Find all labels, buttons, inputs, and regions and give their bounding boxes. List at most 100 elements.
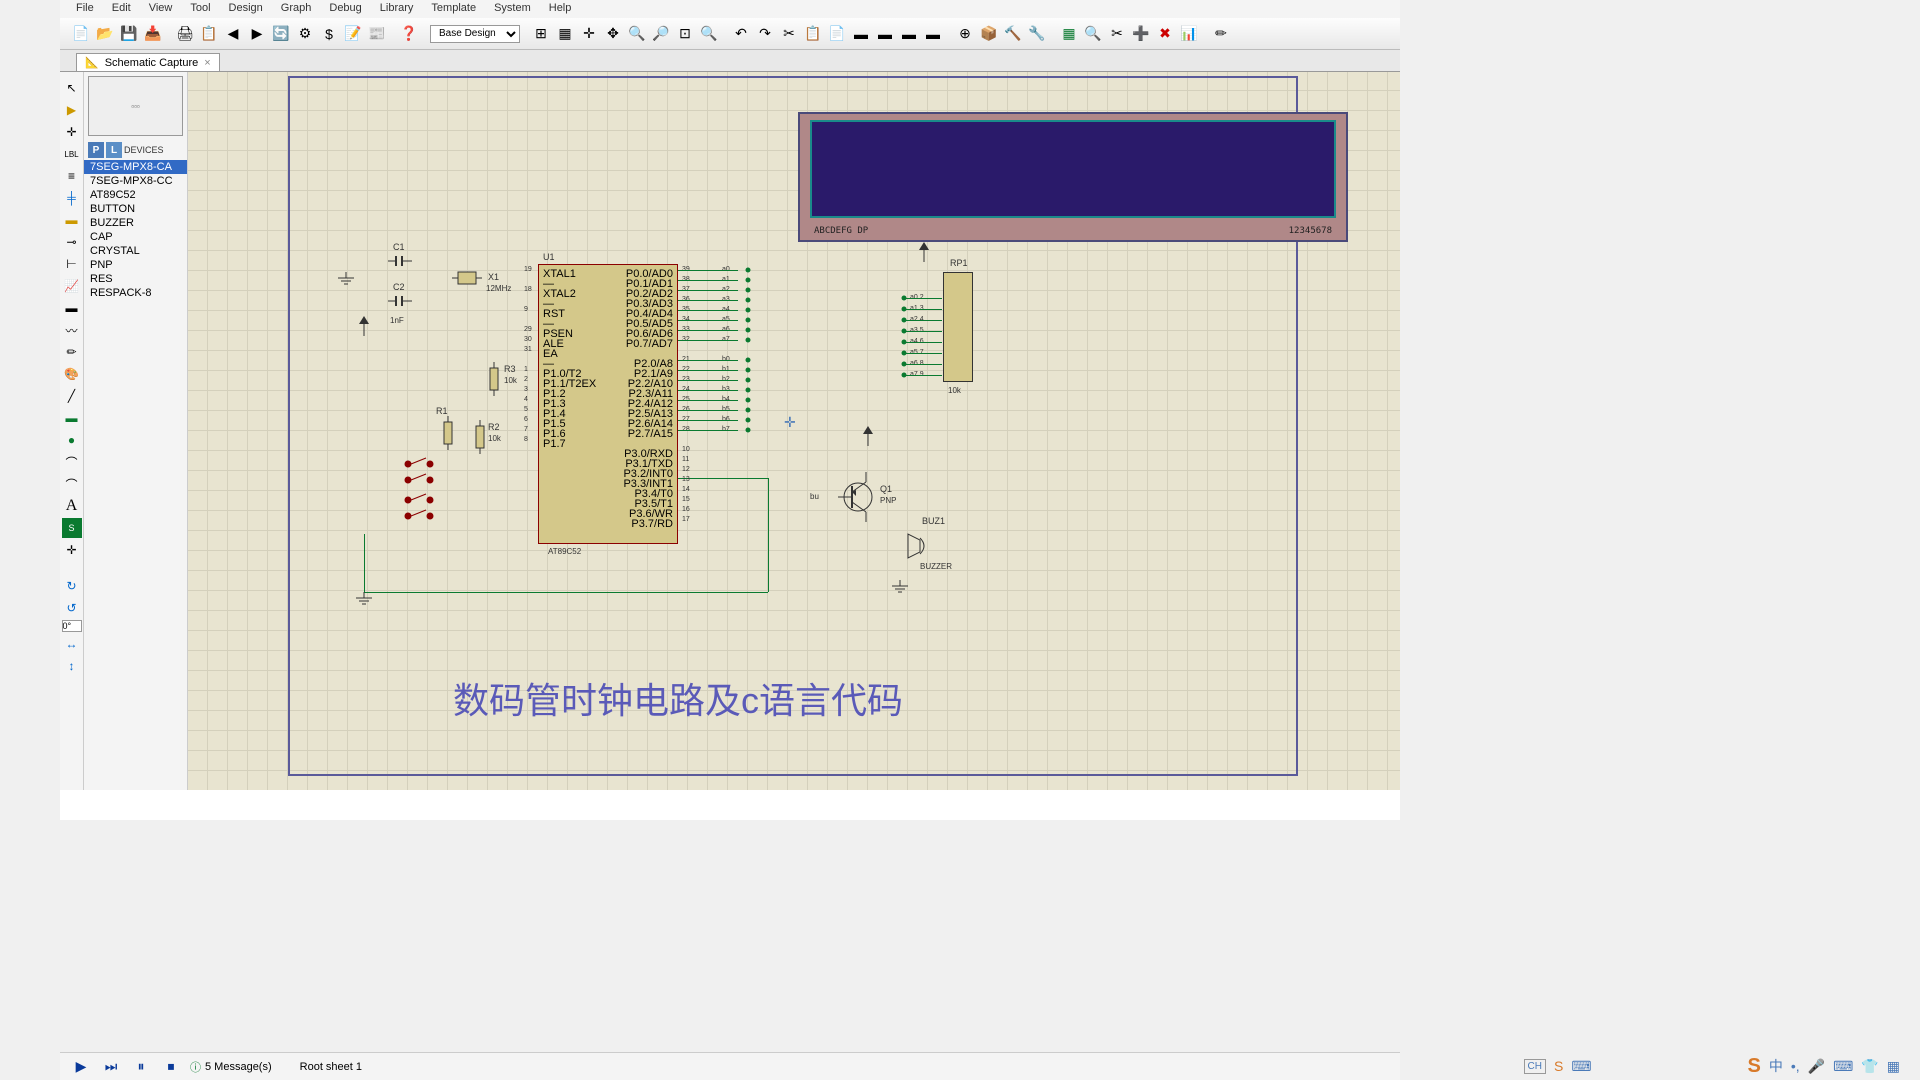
compile-icon[interactable]: ⚙ (294, 23, 316, 45)
tab-schematic[interactable]: 📐 Schematic Capture × (76, 53, 220, 71)
component-r1[interactable] (442, 416, 454, 450)
menu-edit[interactable]: Edit (112, 2, 131, 16)
copy-icon[interactable]: 📋 (802, 23, 824, 45)
list-item[interactable]: CRYSTAL (84, 244, 187, 258)
pause-icon[interactable]: ⏸ (130, 1056, 152, 1078)
zoom-in-icon[interactable]: 🔍 (626, 23, 648, 45)
decompose-icon[interactable]: 🔨 (1002, 23, 1024, 45)
list-item[interactable]: AT89C52 (84, 188, 187, 202)
make-device-icon[interactable]: 📦 (978, 23, 1000, 45)
save-icon[interactable]: 💾 (118, 23, 140, 45)
cut-icon[interactable]: ✂ (778, 23, 800, 45)
tape-mode-icon[interactable]: ▬ (62, 298, 82, 318)
stop-icon[interactable]: ⏹ (160, 1056, 182, 1078)
prev-icon[interactable]: ◀ (222, 23, 244, 45)
label-mode-icon[interactable]: LBL (62, 144, 82, 164)
generator-mode-icon[interactable]: 〰 (62, 320, 82, 340)
pick-device-button[interactable]: P (88, 142, 104, 158)
list-item[interactable]: RESPACK-8 (84, 286, 187, 300)
line-mode-icon[interactable]: ╱ (62, 386, 82, 406)
bus-mode-icon[interactable]: ╪ (62, 188, 82, 208)
rotate-cw-icon[interactable]: ↻ (62, 576, 82, 596)
zoom-out-icon[interactable]: 🔎 (650, 23, 672, 45)
instrument-mode-icon[interactable]: 🎨 (62, 364, 82, 384)
bom-icon[interactable]: 📊 (1178, 23, 1200, 45)
pin-mode-icon[interactable]: ⊢ (62, 254, 82, 274)
print-area-icon[interactable]: 🖨 (174, 23, 196, 45)
probe-mode-icon[interactable]: ✏ (62, 342, 82, 362)
menu-help[interactable]: Help (549, 2, 572, 16)
component-r2[interactable] (474, 420, 486, 454)
toggle-grid-icon[interactable]: ⊞ (530, 23, 552, 45)
list-item[interactable]: 7SEG-MPX8-CA (84, 160, 187, 174)
list-item[interactable]: PNP (84, 258, 187, 272)
pan-icon[interactable]: ✥ (602, 23, 624, 45)
power-icon[interactable] (858, 426, 878, 446)
text-mode-icon[interactable]: ≡ (62, 166, 82, 186)
toggle-grid2-icon[interactable]: ▦ (554, 23, 576, 45)
tab-close-icon[interactable]: × (204, 57, 210, 69)
refresh-icon[interactable]: 🔄 (270, 23, 292, 45)
zoom-area-icon[interactable]: 🔍 (698, 23, 720, 45)
list-item[interactable]: BUTTON (84, 202, 187, 216)
graph-mode-icon[interactable]: 📈 (62, 276, 82, 296)
new-icon[interactable]: 📄 (70, 23, 92, 45)
selection-mode-icon[interactable]: ↖ (62, 78, 82, 98)
component-display[interactable]: ABCDEFG DP 12345678 (798, 112, 1348, 242)
ime-shirt-icon[interactable]: 👕 (1861, 1058, 1878, 1075)
ground-icon[interactable] (352, 592, 376, 608)
component-x1[interactable] (452, 268, 482, 288)
menu-file[interactable]: File (76, 2, 94, 16)
circle-mode-icon[interactable]: ● (62, 430, 82, 450)
buttons-group[interactable] (398, 456, 458, 536)
play-icon[interactable]: ▶ (70, 1056, 92, 1078)
netlist-icon[interactable]: ➕ (1130, 23, 1152, 45)
block-move-icon[interactable]: ▬ (874, 23, 896, 45)
arc-mode-icon[interactable]: ⌒ (62, 452, 82, 472)
erc-icon[interactable]: ✂ (1106, 23, 1128, 45)
menu-library[interactable]: Library (380, 2, 414, 16)
origin-icon[interactable]: ✛ (578, 23, 600, 45)
remove-icon[interactable]: ✖ (1154, 23, 1176, 45)
component-rp1[interactable] (943, 272, 973, 382)
list-item[interactable]: BUZZER (84, 216, 187, 230)
import-icon[interactable]: 📥 (142, 23, 164, 45)
menu-graph[interactable]: Graph (281, 2, 312, 16)
ime-kbd2-icon[interactable]: ⌨ (1833, 1058, 1853, 1075)
block-delete-icon[interactable]: ▬ (922, 23, 944, 45)
config-icon[interactable]: 📰 (366, 23, 388, 45)
menu-template[interactable]: Template (431, 2, 476, 16)
overview-thumbnail[interactable]: ▫▫▫ (88, 76, 183, 136)
ime-sogou-icon[interactable]: S (1554, 1058, 1563, 1074)
paste-icon[interactable]: 📄 (826, 23, 848, 45)
find-icon[interactable]: 🔍 (1082, 23, 1104, 45)
wiretool-icon[interactable]: 🔧 (1026, 23, 1048, 45)
ime-zh-icon[interactable]: 中 (1769, 1056, 1783, 1076)
component-r3[interactable] (488, 362, 500, 396)
power-icon[interactable] (354, 316, 374, 336)
rotate-ccw-icon[interactable]: ↺ (62, 598, 82, 618)
ime-s-icon[interactable]: S (1748, 1055, 1761, 1078)
design-variant-select[interactable]: Base Design (430, 25, 520, 43)
component-buz1[interactable] (902, 528, 932, 564)
ground-icon[interactable] (334, 272, 358, 288)
ground-icon[interactable] (888, 580, 912, 596)
block-copy-icon[interactable]: ▬ (850, 23, 872, 45)
pcb-icon[interactable]: ▦ (1058, 23, 1080, 45)
menu-tool[interactable]: Tool (190, 2, 210, 16)
library-button[interactable]: L (106, 142, 122, 158)
undo-icon[interactable]: ↶ (730, 23, 752, 45)
menu-view[interactable]: View (149, 2, 173, 16)
list-item[interactable]: CAP (84, 230, 187, 244)
subcircuit-mode-icon[interactable]: ▬ (62, 210, 82, 230)
dollar-icon[interactable]: $ (318, 23, 340, 45)
list-item[interactable]: RES (84, 272, 187, 286)
box-mode-icon[interactable]: ▬ (62, 408, 82, 428)
schematic-canvas[interactable]: U1 XTAL1—XTAL2—RST—PSENALEEA—P1.0/T2P1.1… (188, 72, 1400, 790)
menu-debug[interactable]: Debug (329, 2, 361, 16)
marker-mode-icon[interactable]: ✛ (62, 540, 82, 560)
rotation-input[interactable] (62, 620, 82, 632)
messages-indicator[interactable]: ⓘ 5 Message(s) (190, 1059, 272, 1075)
component-mode-icon[interactable]: ▶ (62, 100, 82, 120)
next-icon[interactable]: ▶ (246, 23, 268, 45)
